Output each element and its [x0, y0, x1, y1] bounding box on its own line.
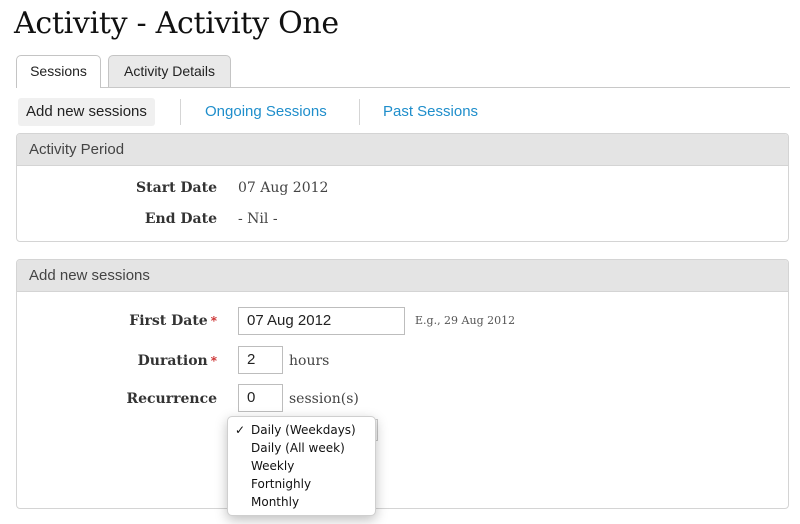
- start-date-row: Start Date 07 Aug 2012: [17, 173, 788, 203]
- first-date-hint: E.g., 29 Aug 2012: [415, 314, 516, 327]
- duration-label: Duration *: [137, 353, 217, 369]
- required-marker: *: [210, 354, 217, 368]
- subnav-ongoing-sessions[interactable]: Ongoing Sessions: [205, 98, 327, 126]
- tab-sessions[interactable]: Sessions: [16, 55, 101, 88]
- add-sessions-header: Add new sessions: [17, 260, 788, 292]
- recurrence-unit: session(s): [289, 391, 359, 407]
- first-date-label: First Date *: [129, 313, 217, 329]
- subnav-past-sessions[interactable]: Past Sessions: [383, 98, 478, 126]
- dropdown-option-daily-all-week[interactable]: Daily (All week): [228, 439, 375, 457]
- first-date-input[interactable]: 07 Aug 2012: [238, 307, 405, 335]
- start-date-value: 07 Aug 2012: [238, 180, 329, 196]
- duration-unit: hours: [289, 353, 330, 369]
- subnav-separator: [180, 99, 181, 125]
- recurrence-input[interactable]: 0: [238, 384, 283, 412]
- end-date-label: End Date: [144, 211, 217, 227]
- tab-bar: Sessions Activity Details: [16, 55, 790, 88]
- page-title: Activity - Activity One: [14, 6, 339, 41]
- recurrence-row: Recurrence 0 session(s): [17, 384, 788, 414]
- dropdown-option-monthly[interactable]: Monthly: [228, 493, 375, 511]
- subnav-add-new-sessions[interactable]: Add new sessions: [18, 98, 155, 126]
- tab-activity-details[interactable]: Activity Details: [108, 55, 231, 87]
- end-date-row: End Date - Nil -: [17, 204, 788, 234]
- dropdown-option-weekly[interactable]: Weekly: [228, 457, 375, 475]
- dropdown-option-daily-weekdays[interactable]: ✓ Daily (Weekdays): [228, 421, 375, 439]
- first-date-row: First Date * 07 Aug 2012 E.g., 29 Aug 201…: [17, 306, 788, 336]
- tab-bar-divider: [16, 87, 790, 88]
- recurrence-label: Recurrence: [126, 391, 217, 407]
- end-date-value: - Nil -: [238, 211, 278, 227]
- required-marker: *: [210, 314, 217, 328]
- activity-period-panel: Activity Period Start Date 07 Aug 2012 E…: [16, 133, 789, 242]
- dropdown-option-fortnightly[interactable]: Fortnighly: [228, 475, 375, 493]
- activity-period-header: Activity Period: [17, 134, 788, 166]
- subnav-separator: [359, 99, 360, 125]
- checkmark-icon: ✓: [235, 423, 246, 437]
- add-sessions-panel: Add new sessions First Date * 07 Aug 2012…: [16, 259, 789, 509]
- duration-row: Duration * 2 hours: [17, 346, 788, 376]
- duration-input[interactable]: 2: [238, 346, 283, 374]
- start-date-label: Start Date: [136, 180, 217, 196]
- recurrence-type-dropdown: ✓ Daily (Weekdays) Daily (All week) Week…: [227, 416, 376, 516]
